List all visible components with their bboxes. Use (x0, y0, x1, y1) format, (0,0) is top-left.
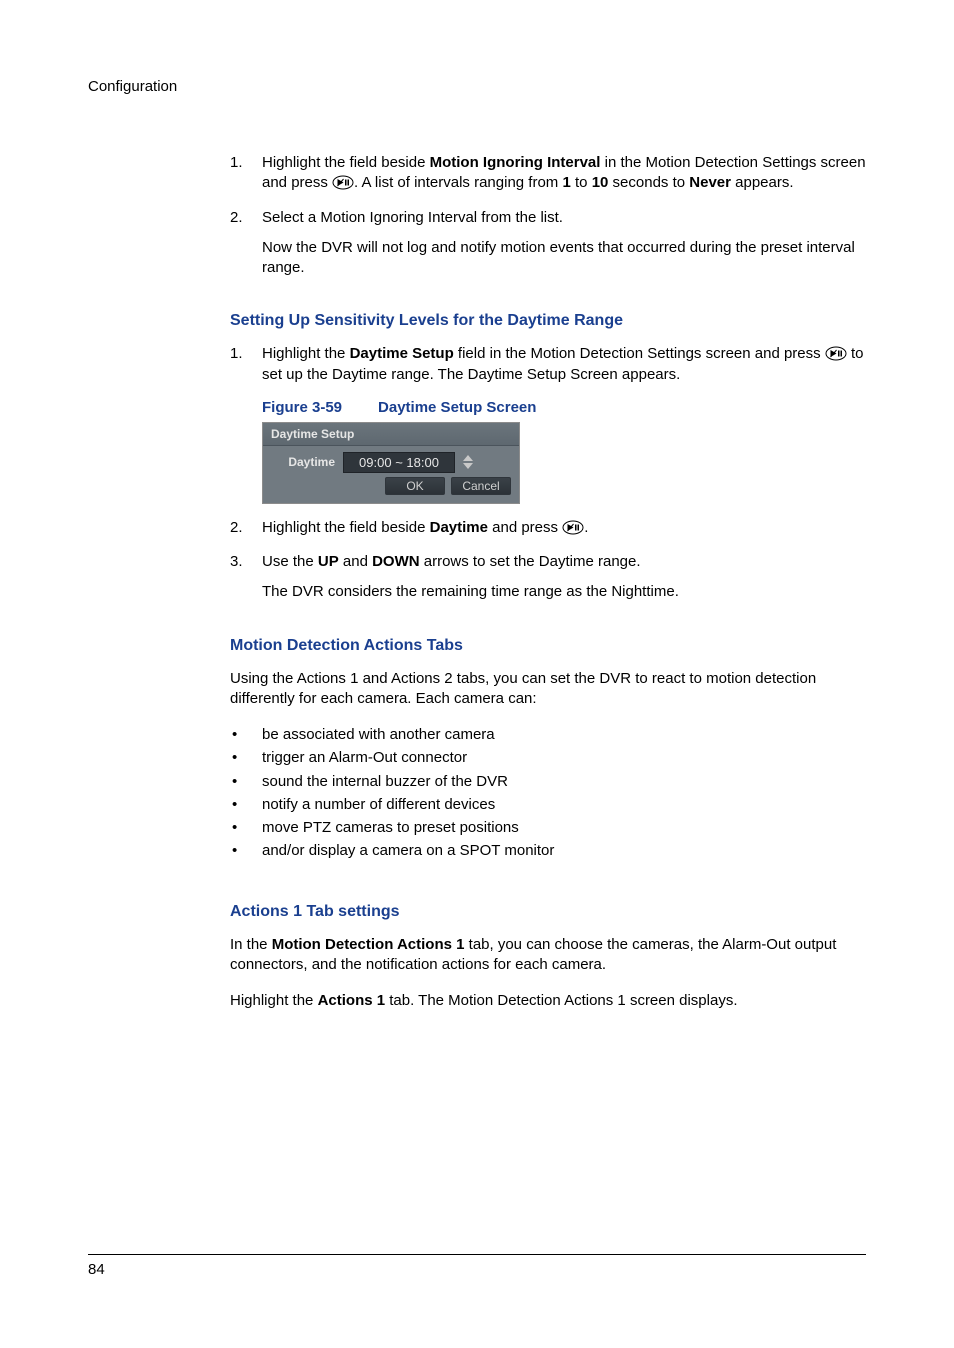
bullet-icon: • (230, 746, 262, 769)
list-item: •trigger an Alarm-Out connector (230, 746, 866, 769)
play-pause-icon (332, 175, 354, 190)
text: Highlight the field beside (262, 154, 430, 171)
footer: 84 (88, 1254, 866, 1278)
cancel-button[interactable]: Cancel (451, 477, 511, 495)
section-heading: Motion Detection Actions Tabs (230, 637, 866, 655)
text-bold: Never (689, 174, 731, 191)
chevron-up-icon[interactable] (463, 455, 473, 461)
text: Highlight the (262, 345, 350, 362)
section-heading: Setting Up Sensitivity Levels for the Da… (230, 312, 866, 330)
text: move PTZ cameras to preset positions (262, 816, 519, 839)
daytime-range-field[interactable]: 09:00 ~ 18:00 (343, 452, 455, 473)
bullet-icon: • (230, 793, 262, 816)
text-bold: Actions 1 (318, 992, 386, 1009)
text: and (339, 553, 372, 570)
text: Highlight the field beside (262, 519, 430, 536)
list-number: 1. (230, 153, 262, 194)
text: arrows to set the Daytime range. (420, 553, 641, 570)
list-number: 3. (230, 552, 262, 603)
list-item: 2. Highlight the field beside Daytime an… (230, 518, 866, 538)
play-pause-icon (562, 520, 584, 535)
bullet-icon: • (230, 770, 262, 793)
bullet-icon: • (230, 839, 262, 862)
paragraph: In the Motion Detection Actions 1 tab, y… (230, 935, 866, 976)
text: trigger an Alarm-Out connector (262, 746, 467, 769)
text: seconds to (608, 174, 689, 191)
list-number: 2. (230, 518, 262, 538)
text: be associated with another camera (262, 723, 495, 746)
text-bold: Motion Ignoring Interval (430, 154, 601, 171)
page-number: 84 (88, 1261, 105, 1278)
text: and/or display a camera on a SPOT monito… (262, 839, 554, 862)
bullet-icon: • (230, 723, 262, 746)
text: sound the internal buzzer of the DVR (262, 770, 508, 793)
text: notify a number of different devices (262, 793, 495, 816)
text: . A list of intervals ranging from (354, 174, 562, 191)
text: . (584, 519, 588, 536)
list-item: •move PTZ cameras to preset positions (230, 816, 866, 839)
list-number: 2. (230, 208, 262, 279)
text-bold: 1 (562, 174, 570, 191)
text: Use the (262, 553, 318, 570)
text-bold: Daytime (430, 519, 488, 536)
text: Now the DVR will not log and notify moti… (262, 238, 866, 279)
text: appears. (731, 174, 794, 191)
figure-caption: Figure 3-59 Daytime Setup Screen (262, 399, 866, 416)
list-item: •notify a number of different devices (230, 793, 866, 816)
text: to (571, 174, 592, 191)
text-bold: 10 (592, 174, 609, 191)
paragraph: Highlight the Actions 1 tab. The Motion … (230, 991, 866, 1011)
list-item: •be associated with another camera (230, 723, 866, 746)
text: Highlight the (230, 992, 318, 1009)
list-number: 1. (230, 344, 262, 385)
list-item: 1. Highlight the field beside Motion Ign… (230, 153, 866, 194)
play-pause-icon (825, 346, 847, 361)
section-heading: Actions 1 Tab settings (230, 903, 866, 921)
text-bold: DOWN (372, 553, 420, 570)
dialog-title: Daytime Setup (263, 423, 519, 446)
chevron-down-icon[interactable] (463, 463, 473, 469)
running-header: Configuration (88, 78, 866, 95)
field-label: Daytime (271, 455, 335, 469)
figure-number: Figure 3-59 (262, 399, 342, 416)
list-item: •and/or display a camera on a SPOT monit… (230, 839, 866, 862)
list-item: 2. Select a Motion Ignoring Interval fro… (230, 208, 866, 279)
text: field in the Motion Detection Settings s… (454, 345, 825, 362)
text: tab. The Motion Detection Actions 1 scre… (385, 992, 737, 1009)
ok-button[interactable]: OK (385, 477, 445, 495)
list-item: 1. Highlight the Daytime Setup field in … (230, 344, 866, 385)
text: and press (488, 519, 562, 536)
text: The DVR considers the remaining time ran… (262, 582, 866, 602)
text-bold: Daytime Setup (350, 345, 454, 362)
text-bold: UP (318, 553, 339, 570)
list-item: •sound the internal buzzer of the DVR (230, 770, 866, 793)
bullet-icon: • (230, 816, 262, 839)
text-bold: Motion Detection Actions 1 (272, 936, 465, 953)
text: Select a Motion Ignoring Interval from t… (262, 209, 563, 226)
daytime-setup-dialog: Daytime Setup Daytime 09:00 ~ 18:00 OK C… (262, 422, 520, 504)
text: In the (230, 936, 272, 953)
paragraph: Using the Actions 1 and Actions 2 tabs, … (230, 669, 866, 710)
figure-title: Daytime Setup Screen (378, 399, 536, 416)
time-stepper[interactable] (463, 455, 473, 469)
bullet-list: •be associated with another camera •trig… (230, 723, 866, 863)
list-item: 3. Use the UP and DOWN arrows to set the… (230, 552, 866, 603)
